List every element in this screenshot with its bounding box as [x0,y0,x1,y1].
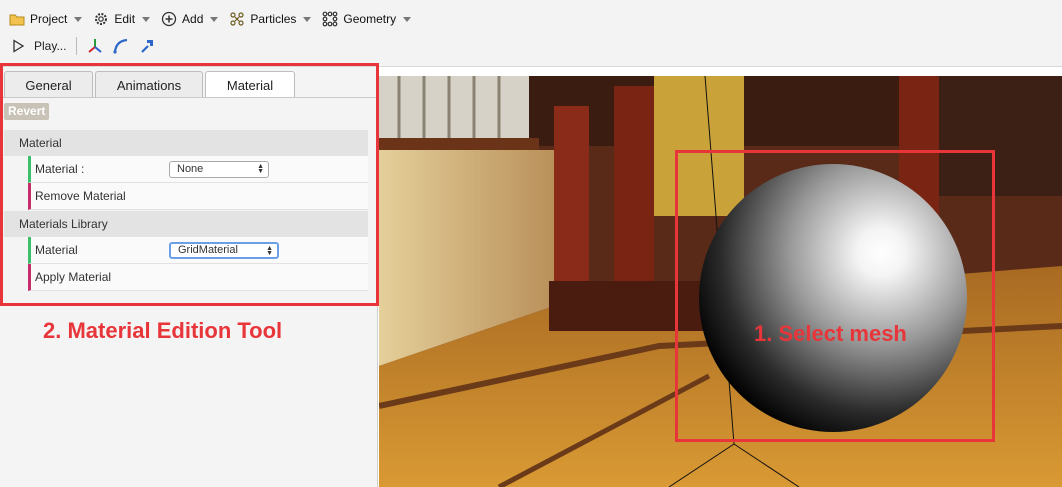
gear-icon [92,10,110,28]
menu-edit-label: Edit [114,12,136,26]
select-mesh-caption: 1. Select mesh [754,321,907,346]
play-button[interactable]: Play... [8,36,66,56]
play-label: Play... [34,39,67,53]
plus-circle-icon [160,10,178,28]
menu-bar: Project Edit Add Particles Geometry [8,8,421,30]
tool-bar: Play... [8,35,163,57]
chevron-down-icon [210,16,219,22]
play-icon [8,36,28,56]
axes-icon[interactable] [85,36,105,56]
menu-add[interactable]: Add [160,10,219,28]
menu-add-label: Add [182,12,204,26]
material-tool-caption: 2. Material Edition Tool [43,318,283,343]
chevron-down-icon [142,16,151,22]
panel-highlight-box [0,63,379,306]
menu-geometry-label: Geometry [343,12,397,26]
menu-edit[interactable]: Edit [92,10,151,28]
chevron-down-icon [303,16,312,22]
menu-geometry[interactable]: Geometry [321,10,412,28]
pick-icon[interactable] [137,36,157,56]
menu-project[interactable]: Project [8,10,83,28]
folder-icon [8,10,26,28]
menu-particles-label: Particles [250,12,297,26]
chevron-down-icon [74,16,83,22]
particles-icon [228,10,246,28]
menu-project-label: Project [30,12,68,26]
curve-icon[interactable] [111,36,131,56]
mesh-highlight-box [675,150,995,442]
geometry-icon [321,10,339,28]
menu-particles[interactable]: Particles [228,10,312,28]
chevron-down-icon [403,16,412,22]
main-toolbar: Project Edit Add Particles Geometry Play… [0,0,1062,67]
toolbar-divider [76,37,78,55]
